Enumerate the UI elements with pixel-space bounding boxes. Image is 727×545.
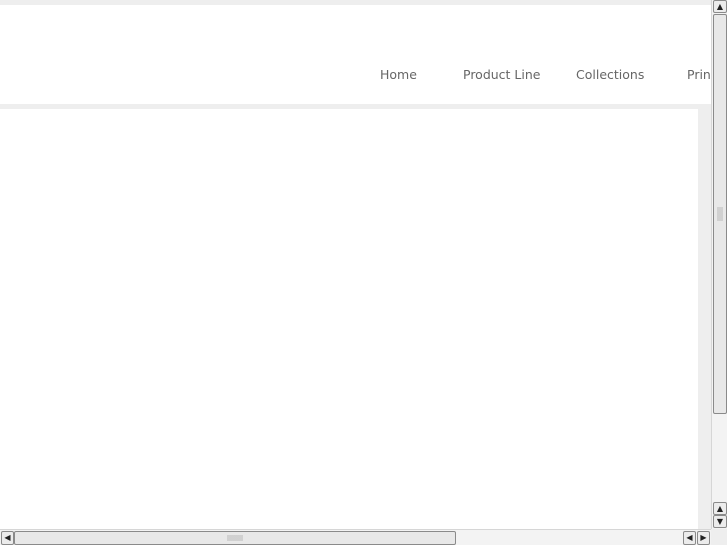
nav-print[interactable]: Print: [687, 67, 711, 82]
grip-icon: [717, 207, 723, 221]
site-header: Home Product Line Collections Print: [0, 5, 711, 104]
arrow-up-icon: ▲: [716, 2, 724, 11]
arrow-left-icon: ◀: [686, 533, 693, 542]
arrow-right-icon: ▶: [700, 533, 707, 542]
scroll-left-button-right[interactable]: ◀: [683, 531, 696, 545]
main-content: [0, 109, 698, 529]
scroll-right-button[interactable]: ▶: [697, 531, 710, 545]
arrow-up-icon: ▲: [716, 504, 724, 513]
horizontal-scrollbar[interactable]: ◀ ◀ ▶: [0, 529, 711, 545]
arrow-down-icon: ▼: [716, 517, 724, 526]
main-nav: Home Product Line Collections Print: [0, 5, 711, 104]
arrow-left-icon: ◀: [4, 533, 11, 542]
scroll-left-button[interactable]: ◀: [1, 531, 14, 545]
nav-product-line[interactable]: Product Line: [463, 67, 540, 82]
nav-home[interactable]: Home: [380, 67, 417, 82]
scroll-up-button-lower[interactable]: ▲: [713, 502, 727, 515]
vertical-scrollbar[interactable]: ▲ ▲ ▼: [711, 0, 727, 529]
grip-icon: [227, 535, 243, 541]
vertical-scroll-thumb[interactable]: [713, 14, 727, 414]
horizontal-scroll-thumb[interactable]: [14, 531, 456, 545]
scroll-up-button[interactable]: ▲: [713, 0, 727, 13]
content-gutter: [698, 109, 711, 529]
nav-collections[interactable]: Collections: [576, 67, 644, 82]
scroll-down-button[interactable]: ▼: [713, 515, 727, 528]
scrollbar-corner: [711, 529, 727, 545]
browser-viewport: Home Product Line Collections Print ▲ ▲ …: [0, 0, 727, 545]
